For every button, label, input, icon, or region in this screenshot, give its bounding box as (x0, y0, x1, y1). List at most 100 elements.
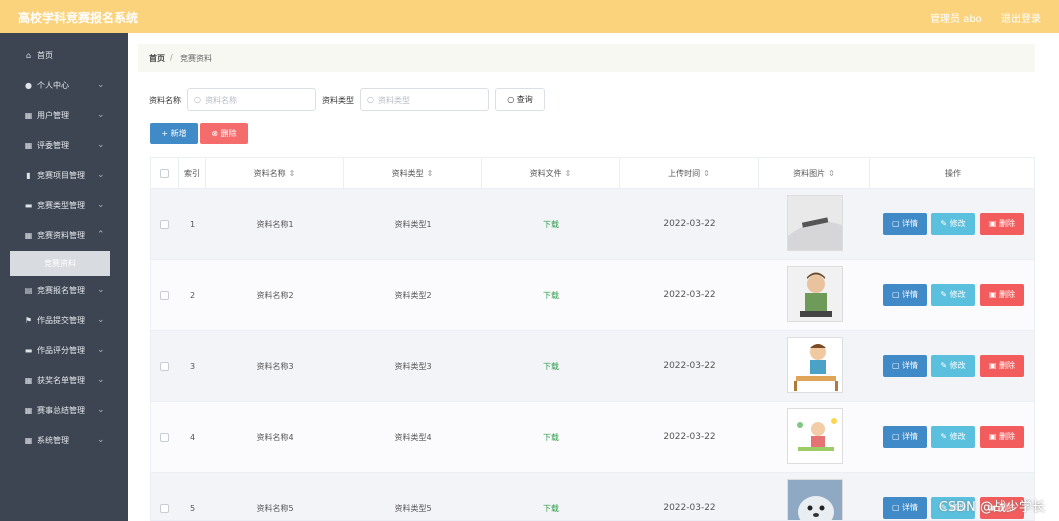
query-button-label: 查询 (516, 95, 533, 104)
row-name: 资料名称2 (256, 291, 294, 300)
detail-button[interactable]: ▢ 详情 (883, 213, 927, 235)
grid-icon: ▦ (24, 436, 33, 445)
document-icon: ▢ (891, 290, 903, 299)
batch-delete-label: 删除 (220, 129, 237, 138)
query-button[interactable]: ○ 查询 (495, 88, 545, 111)
sidebar-item-competition-material[interactable]: ▦ 竞赛资料管理 ⌃ (0, 221, 128, 251)
delete-button[interactable]: ▣ 删除 (980, 355, 1024, 377)
row-checkbox[interactable] (160, 291, 169, 300)
row-name: 资料名称1 (256, 220, 294, 229)
col-header-actions: 操作 (945, 169, 961, 178)
delete-button-label: 删除 (999, 290, 1016, 299)
app-title: 高校学科竞赛报名系统 (18, 11, 139, 25)
edit-button[interactable]: ✎ 修改 (931, 284, 975, 306)
sidebar-subitem-competition-material[interactable]: 竞赛资料 (10, 251, 110, 276)
row-index: 5 (189, 504, 196, 513)
sidebar-item-label: 竞赛资料管理 (37, 231, 85, 240)
materials-table: 索引 资料名称 ⇕ 资料类型 ⇕ 资料文件 ⇕ 上传时间 ⇕ 资料图片 ⇕ 操作 1 资料… (150, 157, 1035, 521)
batch-delete-button[interactable]: ⊗ 删除 (200, 123, 248, 144)
sidebar-item-registration[interactable]: ▤ 竞赛报名管理 ⌄ (0, 276, 128, 306)
search-icon: ○ (367, 95, 374, 104)
row-checkbox[interactable] (160, 220, 169, 229)
delete-button[interactable]: ▣ 删除 (980, 284, 1024, 306)
sidebar-item-personal-center[interactable]: ● 个人中心 ⌄ (0, 71, 128, 101)
download-link[interactable]: 下载 (482, 331, 620, 402)
row-index: 1 (189, 220, 196, 229)
download-link[interactable]: 下载 (482, 260, 620, 331)
delete-button-label: 删除 (999, 432, 1016, 441)
sidebar-item-competition-type[interactable]: ▬ 竞赛类型管理 ⌄ (0, 191, 128, 221)
add-button[interactable]: + 新增 (150, 123, 198, 144)
edit-button[interactable]: ✎ 修改 (931, 355, 975, 377)
sidebar-item-work-submission[interactable]: ⚑ 作品提交管理 ⌄ (0, 306, 128, 336)
col-header-type-label: 资料类型 (391, 169, 424, 178)
col-header-upload-time[interactable]: 上传时间 ⇕ (620, 158, 759, 189)
download-link[interactable]: 下载 (482, 473, 620, 520)
col-header-name[interactable]: 资料名称 ⇕ (206, 158, 344, 189)
delete-button[interactable]: ▣ 删除 (980, 213, 1024, 235)
detail-button[interactable]: ▢ 详情 (883, 426, 927, 448)
edit-button[interactable]: ✎ 修改 (931, 213, 975, 235)
material-thumbnail-art (788, 409, 842, 463)
detail-button[interactable]: ▢ 详情 (883, 355, 927, 377)
row-upload-date: 2022-03-22 (663, 290, 716, 300)
row-checkbox[interactable] (160, 504, 169, 513)
chat-icon: ▬ (24, 346, 33, 355)
document-icon: ▢ (891, 432, 903, 441)
col-header-index: 索引 (179, 158, 206, 189)
material-thumbnail[interactable] (787, 337, 843, 393)
sidebar-item-system-management[interactable]: ▦ 系统管理 ⌄ (0, 426, 128, 456)
detail-button-label: 详情 (902, 503, 919, 512)
delete-button[interactable]: ▣ 删除 (980, 426, 1024, 448)
sidebar-item-user-management[interactable]: ▦ 用户管理 ⌄ (0, 101, 128, 131)
sidebar-item-label: 赛事总结管理 (37, 406, 85, 415)
table-row: 5 资料名称5 资料类型5 下载 2022-03-22 ▢ 详情 ✎ 修改 ▣ … (151, 473, 1034, 520)
home-icon: ⌂ (25, 51, 32, 60)
download-link[interactable]: 下载 (482, 189, 620, 260)
detail-button[interactable]: ▢ 详情 (883, 284, 927, 306)
col-header-type[interactable]: 资料类型 ⇕ (344, 158, 482, 189)
row-checkbox[interactable] (160, 433, 169, 442)
logout-link[interactable]: 退出登录 (1001, 14, 1041, 25)
material-thumbnail[interactable] (787, 195, 843, 251)
breadcrumb: 首页 / 竞赛资料 (138, 44, 1035, 72)
row-upload-date: 2022-03-22 (663, 432, 716, 442)
sidebar-item-competition-project[interactable]: ▮ 竞赛项目管理 ⌄ (0, 161, 128, 191)
row-upload-date: 2022-03-22 (663, 219, 716, 229)
row-type: 资料类型1 (394, 220, 432, 229)
detail-button-label: 详情 (902, 432, 919, 441)
material-thumbnail[interactable] (787, 479, 843, 520)
detail-button[interactable]: ▢ 详情 (883, 497, 927, 519)
trash-icon: ▣ (988, 219, 1000, 228)
row-checkbox[interactable] (160, 362, 169, 371)
sidebar-item-judge-management[interactable]: ▦ 评委管理 ⌄ (0, 131, 128, 161)
col-header-file[interactable]: 资料文件 ⇕ (482, 158, 620, 189)
edit-button-label: 修改 (949, 219, 966, 228)
chevron-down-icon: ⌄ (97, 315, 105, 325)
material-type-input[interactable]: ○ 资料类型 (360, 88, 489, 111)
delete-icon: ⊗ (211, 129, 219, 138)
trash-icon: ▣ (988, 361, 1000, 370)
download-link[interactable]: 下载 (482, 402, 620, 473)
select-all-checkbox[interactable] (160, 169, 169, 178)
table-row: 4 资料名称4 资料类型4 下载 2022-03-22 ▢ 详情 ✎ 修改 ▣ … (151, 402, 1034, 473)
sidebar-item-label: 竞赛类型管理 (37, 201, 85, 210)
sidebar-item-award-list[interactable]: ▦ 获奖名单管理 ⌄ (0, 366, 128, 396)
breadcrumb-separator: / (170, 53, 173, 62)
edit-button-label: 修改 (949, 432, 966, 441)
col-header-image[interactable]: 资料图片 ⇕ (759, 158, 870, 189)
material-thumbnail[interactable] (787, 266, 843, 322)
delete-button-label: 删除 (999, 361, 1016, 370)
col-header-upload-time-label: 上传时间 (668, 169, 701, 178)
chevron-down-icon: ⌄ (97, 200, 105, 210)
material-thumbnail[interactable] (787, 408, 843, 464)
edit-button[interactable]: ✎ 修改 (931, 426, 975, 448)
breadcrumb-home[interactable]: 首页 (149, 53, 165, 64)
sort-icon: ⇕ (828, 169, 835, 178)
material-name-input[interactable]: ○ 资料名称 (187, 88, 316, 111)
grid-icon: ▦ (24, 111, 33, 120)
sidebar-item-event-summary[interactable]: ▦ 赛事总结管理 ⌄ (0, 396, 128, 426)
pencil-icon: ✎ (940, 361, 950, 370)
sidebar-item-home[interactable]: ⌂ 首页 (0, 41, 128, 71)
sidebar-item-work-scoring[interactable]: ▬ 作品评分管理 ⌄ (0, 336, 128, 366)
